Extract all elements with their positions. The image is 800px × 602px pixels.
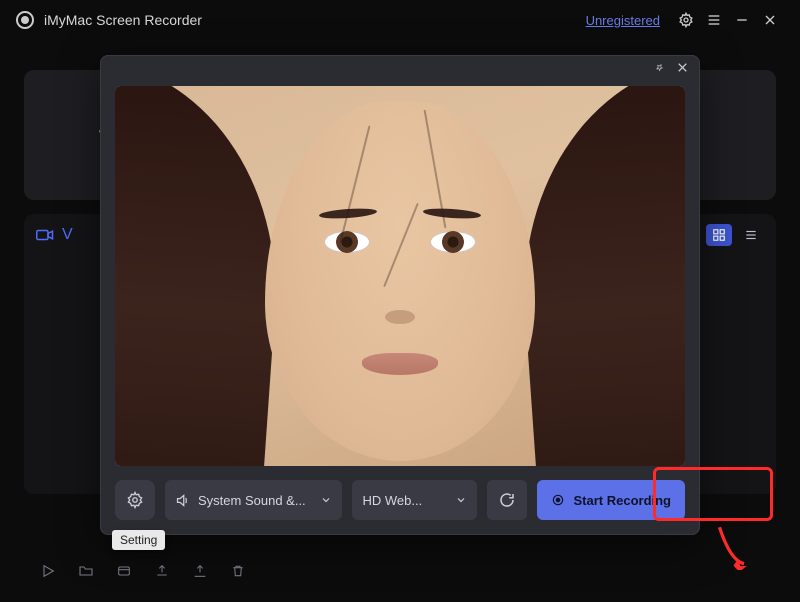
folder-icon[interactable] — [78, 563, 94, 584]
camera-source-label: HD Web... — [362, 493, 422, 508]
section-title: V — [62, 226, 73, 244]
record-icon — [551, 493, 565, 507]
start-recording-button[interactable]: Start Recording — [537, 480, 685, 520]
share-icon[interactable] — [192, 563, 208, 584]
speaker-icon — [175, 493, 190, 508]
camera-source-dropdown[interactable]: HD Web... — [352, 480, 477, 520]
chevron-down-icon — [455, 494, 467, 506]
panel-controls: System Sound &... HD Web... Start Record… — [101, 466, 699, 534]
list-view-button[interactable] — [738, 224, 764, 246]
titlebar: iMyMac Screen Recorder Unregistered — [0, 0, 800, 40]
chevron-down-icon — [320, 494, 332, 506]
webcam-preview-panel: System Sound &... HD Web... Start Record… — [100, 55, 700, 535]
menu-icon[interactable] — [700, 6, 728, 34]
rename-icon[interactable] — [116, 563, 132, 584]
annotation-arrow-icon — [712, 520, 767, 575]
close-icon[interactable] — [756, 6, 784, 34]
upload-icon[interactable] — [154, 563, 170, 584]
webcam-preview — [115, 86, 685, 466]
audio-source-dropdown[interactable]: System Sound &... — [165, 480, 342, 520]
grid-view-button[interactable] — [706, 224, 732, 246]
settings-tooltip: Setting — [112, 530, 165, 550]
play-icon[interactable] — [40, 563, 56, 584]
start-recording-label: Start Recording — [573, 493, 671, 508]
pin-icon[interactable] — [653, 61, 666, 79]
settings-icon[interactable] — [672, 6, 700, 34]
panel-header — [101, 56, 699, 84]
minimize-icon[interactable] — [728, 6, 756, 34]
view-toggle-group — [706, 224, 764, 246]
camera-icon — [36, 228, 54, 242]
app-logo-icon — [16, 11, 34, 29]
footer-toolbar — [40, 563, 246, 584]
delete-icon[interactable] — [230, 563, 246, 584]
app-title: iMyMac Screen Recorder — [44, 12, 202, 28]
panel-close-icon[interactable] — [676, 61, 689, 79]
unregistered-link[interactable]: Unregistered — [586, 13, 660, 28]
audio-source-label: System Sound &... — [198, 493, 306, 508]
panel-settings-button[interactable] — [115, 480, 155, 520]
refresh-button[interactable] — [487, 480, 527, 520]
